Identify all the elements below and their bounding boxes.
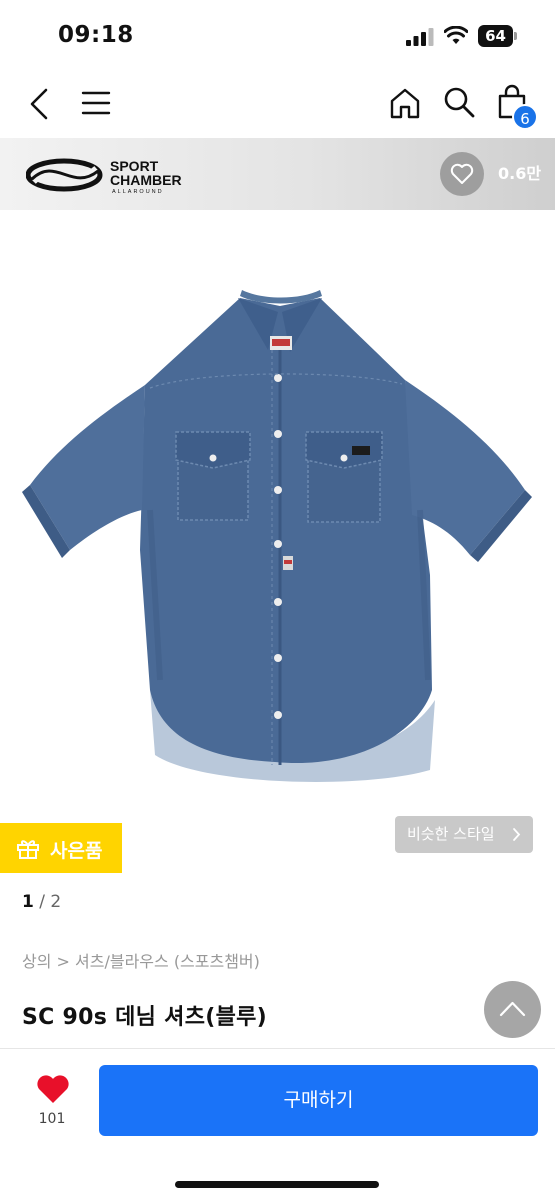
- heart-icon[interactable]: [35, 1073, 71, 1105]
- brand-like-button[interactable]: [440, 152, 484, 196]
- similar-style-label: 비슷한 스타일: [407, 825, 495, 843]
- home-icon[interactable]: [388, 86, 422, 120]
- similar-style-button[interactable]: 비슷한 스타일: [395, 816, 533, 853]
- back-icon[interactable]: [26, 86, 54, 122]
- chevron-up-icon: [499, 1001, 526, 1017]
- pager-total: 2: [50, 892, 62, 912]
- breadcrumb[interactable]: 상의 > 셔츠/블라우스 (스포츠챔버): [22, 948, 260, 972]
- gift-icon: [17, 840, 39, 859]
- brand-like-count: 0.6만: [498, 164, 542, 183]
- denim-shirt-image[interactable]: [0, 210, 555, 810]
- wifi-icon: [444, 26, 468, 44]
- pager-separator: /: [39, 892, 51, 912]
- svg-text:CHAMBER: CHAMBER: [110, 172, 182, 188]
- image-pager: 1 / 2: [22, 892, 61, 912]
- chevron-right-icon: [513, 828, 521, 841]
- cart-count-badge[interactable]: 6: [512, 104, 538, 130]
- heart-outline-icon: [450, 163, 474, 184]
- home-indicator[interactable]: [175, 1181, 379, 1188]
- status-bar: 09:18 64: [0, 0, 555, 72]
- brand-bar[interactable]: SPORT CHAMBER ALLAROUND 0.6만: [0, 138, 555, 210]
- bottom-action-bar: 101 구매하기: [0, 1049, 555, 1200]
- menu-icon[interactable]: [80, 88, 112, 118]
- svg-text:ALLAROUND: ALLAROUND: [112, 189, 164, 195]
- wish-count: 101: [38, 1111, 66, 1127]
- gift-label: 사은품: [50, 840, 103, 862]
- top-nav-bar: [0, 72, 555, 138]
- signal-icon: [406, 28, 434, 46]
- brand-logo[interactable]: SPORT CHAMBER ALLAROUND: [26, 152, 206, 198]
- scroll-top-button[interactable]: [484, 981, 541, 1038]
- battery-tip: [514, 32, 517, 40]
- buy-button[interactable]: 구매하기: [99, 1065, 538, 1136]
- battery-level: 64: [478, 25, 513, 47]
- product-title: SC 90s 데님 셔츠(블루): [22, 1005, 268, 1030]
- pager-current: 1: [22, 892, 34, 912]
- gift-badge[interactable]: 사은품: [0, 823, 122, 873]
- status-time: 09:18: [58, 22, 134, 48]
- battery-icon: 64: [478, 25, 518, 47]
- search-icon[interactable]: [442, 85, 476, 119]
